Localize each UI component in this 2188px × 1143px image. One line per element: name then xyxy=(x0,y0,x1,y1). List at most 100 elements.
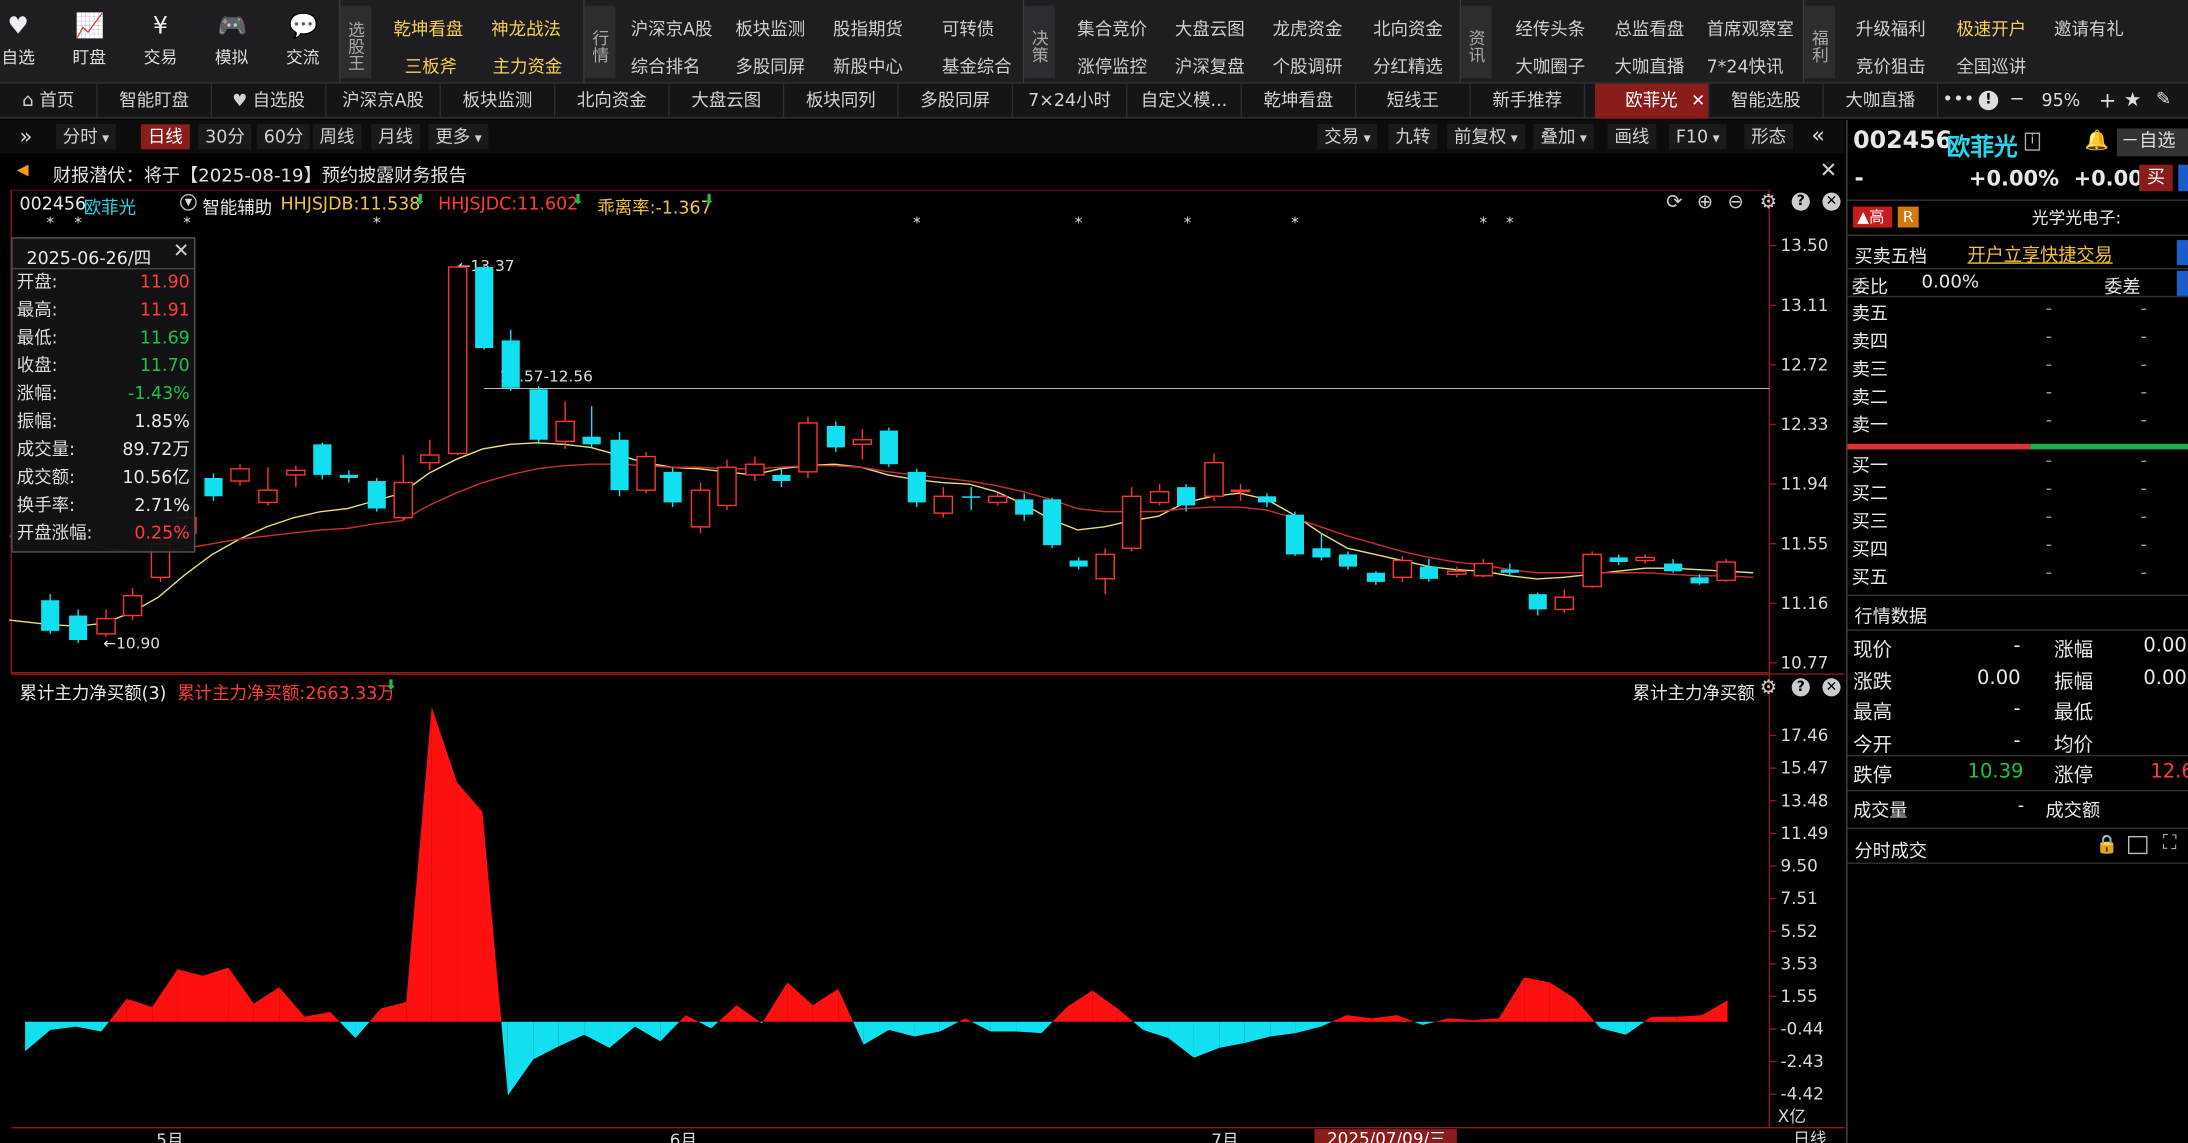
close-info-icon[interactable]: ✕ xyxy=(173,240,189,262)
close-indicator-icon[interactable]: ✕ xyxy=(1822,192,1841,211)
dropdown-circle-icon[interactable]: ▼ xyxy=(180,193,197,211)
toolbar-link[interactable]: 神龙战法 xyxy=(491,14,561,41)
tab-4[interactable]: 板块监测 xyxy=(441,83,556,119)
toolbar-link[interactable]: 主力资金 xyxy=(493,52,563,79)
star-icon[interactable]: ★ xyxy=(2124,84,2142,119)
chart-tool-1[interactable]: 九转 xyxy=(1388,124,1438,150)
toolbar-link[interactable]: 升级福利 xyxy=(1856,14,1926,41)
tab-13[interactable]: 新手推荐 xyxy=(1471,83,1586,119)
toolbar-link[interactable]: 多股同屏 xyxy=(735,52,805,79)
help-icon[interactable]: ? xyxy=(1791,678,1810,697)
toolbar-link[interactable]: 板块监测 xyxy=(735,14,805,41)
toolbar-link[interactable]: 7*24快讯 xyxy=(1707,52,1784,79)
tab-12[interactable]: 短线王 xyxy=(1356,83,1471,119)
toolbar-link[interactable]: 个股调研 xyxy=(1273,52,1343,79)
tab-9[interactable]: 7×24小时 xyxy=(1013,83,1128,119)
toolbar-link[interactable]: 基金综合 xyxy=(942,52,1012,79)
settings-gear-icon[interactable]: ⚙ xyxy=(1760,677,1778,699)
panel-edge-tab[interactable] xyxy=(2176,270,2188,296)
toolbar-link[interactable]: 涨停监控 xyxy=(1077,52,1147,79)
tab-5[interactable]: 北向资金 xyxy=(555,83,670,119)
add-watchlist-button[interactable]: －自选 xyxy=(2116,128,2188,157)
help-icon[interactable]: ? xyxy=(1791,192,1810,211)
toolbar-link[interactable]: 股指期货 xyxy=(833,14,903,41)
period-2[interactable]: 30分 xyxy=(198,124,252,150)
tab-3[interactable]: 沪深京A股 xyxy=(327,83,441,119)
zoom-in-icon[interactable]: + xyxy=(2099,84,2117,119)
toolbar-heart-button[interactable]: ♥ 自选 xyxy=(0,6,53,81)
tab-16[interactable]: 大咖直播 xyxy=(1824,83,1939,119)
chart-tool-0[interactable]: 交易 ▾ xyxy=(1317,124,1378,150)
period-3[interactable]: 60分 xyxy=(256,124,311,150)
chart-tool-5[interactable]: F10 ▾ xyxy=(1668,124,1727,150)
toolbar-link[interactable]: 首席观察室 xyxy=(1707,14,1794,41)
toolbar-chat-bubble-button[interactable]: 💬 交流 xyxy=(268,6,338,81)
chart-tool-3[interactable]: 叠加 ▾ xyxy=(1533,124,1594,150)
toolbar-link[interactable]: 龙虎资金 xyxy=(1273,14,1343,41)
panel-edge-tab[interactable] xyxy=(2176,240,2188,266)
toolbar-link[interactable]: 沪深复盘 xyxy=(1175,52,1245,79)
toolbar-link[interactable]: 综合排名 xyxy=(631,52,701,79)
period-5[interactable]: 月线 xyxy=(371,124,421,150)
fullscreen-icon[interactable]: ⛶ xyxy=(2163,832,2177,854)
toolbar-link[interactable]: 大咖直播 xyxy=(1614,52,1684,79)
toolbar-link[interactable]: 乾坤看盘 xyxy=(394,14,464,41)
warning-icon[interactable]: ! xyxy=(1978,90,1999,111)
add-indicator-icon[interactable]: ⊕ xyxy=(1697,191,1713,213)
list-view-icon[interactable] xyxy=(2128,835,2148,855)
tab-14[interactable]: 欧菲光 ✕ xyxy=(1594,83,1710,119)
assist-label[interactable]: 智能辅助 xyxy=(202,193,272,220)
toolbar-link[interactable]: 竞价狙击 xyxy=(1856,52,1926,79)
toolbar-link[interactable]: 北向资金 xyxy=(1373,14,1443,41)
bell-icon[interactable]: 🔔 xyxy=(2085,130,2109,152)
toolbar-link[interactable]: 大咖圈子 xyxy=(1515,52,1585,79)
toolbar-link[interactable]: 经传头条 xyxy=(1515,14,1585,41)
chart-tool-2[interactable]: 前复权 ▾ xyxy=(1447,124,1525,150)
period-4[interactable]: 周线 xyxy=(312,124,362,150)
settings-gear-icon[interactable]: ⚙ xyxy=(1760,191,1778,213)
close-tab-icon[interactable]: ✕ xyxy=(1691,84,1705,117)
toolbar-link[interactable]: 总监看盘 xyxy=(1614,14,1684,41)
industry-label[interactable]: 光学光电子: xyxy=(2032,205,2121,229)
tab-11[interactable]: 乾坤看盘 xyxy=(1242,83,1357,119)
toolbar-link[interactable]: 分红精选 xyxy=(1373,52,1443,79)
tab-15[interactable]: 智能选股 xyxy=(1709,83,1824,119)
toolbar-link[interactable]: 全国巡讲 xyxy=(1956,52,2026,79)
tab-10[interactable]: 自定义模... xyxy=(1127,83,1242,119)
buy-button[interactable]: 买 xyxy=(2139,164,2173,192)
tab-7[interactable]: 板块同列 xyxy=(784,83,899,119)
edit-pencil-icon[interactable]: ✎ xyxy=(2156,84,2171,119)
tab-6[interactable]: 大盘云图 xyxy=(670,83,785,119)
tab-0[interactable]: ⌂ 首页 xyxy=(0,83,98,119)
refresh-icon[interactable]: ⟳ xyxy=(1666,191,1682,213)
toolbar-link[interactable]: 可转债 xyxy=(942,14,994,41)
sell-button-edge[interactable] xyxy=(2178,164,2188,192)
lock-icon[interactable]: 🔒 xyxy=(2096,835,2119,856)
toolbar-link[interactable]: 极速开户 xyxy=(1956,14,2026,41)
expand-left-icon[interactable]: » xyxy=(20,123,33,151)
period-6[interactable]: 更多 ▾ xyxy=(428,124,489,150)
tab-1[interactable]: 智能盯盘 xyxy=(98,83,213,119)
tab-8[interactable]: 多股同屏 xyxy=(899,83,1014,119)
collapse-right-icon[interactable]: « xyxy=(1811,121,1825,149)
toolbar-yen-coin-button[interactable]: ¥ 交易 xyxy=(126,6,196,81)
chart-tool-6[interactable]: 形态 xyxy=(1744,124,1794,150)
toolbar-gamepad-button[interactable]: 🎮 模拟 xyxy=(197,6,267,81)
period-0[interactable]: 分时 ▾ xyxy=(55,124,117,150)
close-indicator-icon[interactable]: ✕ xyxy=(1822,678,1841,697)
toolbar-link[interactable]: 沪深京A股 xyxy=(631,14,713,41)
remove-indicator-icon[interactable]: ⊖ xyxy=(1728,191,1744,213)
more-tabs-icon[interactable]: ••• xyxy=(1942,84,1974,119)
toolbar-chart-monitor-button[interactable]: 📈 盯盘 xyxy=(54,6,124,81)
kline-chart[interactable]: * * * * * * * * * *13.5013.1112.7212.3311.9411.55… xyxy=(0,189,1845,1143)
close-notice-icon[interactable]: ✕ xyxy=(1820,158,1838,183)
chart-tool-4[interactable]: 画线 xyxy=(1607,124,1657,150)
quick-trade-link[interactable]: 开户立享快捷交易 xyxy=(1968,240,2113,267)
info-icon[interactable]: i xyxy=(2024,132,2041,151)
toolbar-link[interactable]: 三板斧 xyxy=(405,52,457,79)
tab-2[interactable]: ♥ 自选股 xyxy=(212,83,327,119)
toolbar-link[interactable]: 新股中心 xyxy=(833,52,903,79)
period-1[interactable]: 日线 xyxy=(140,124,190,150)
toolbar-link[interactable]: 集合竞价 xyxy=(1077,14,1147,41)
toolbar-link[interactable]: 大盘云图 xyxy=(1175,14,1245,41)
